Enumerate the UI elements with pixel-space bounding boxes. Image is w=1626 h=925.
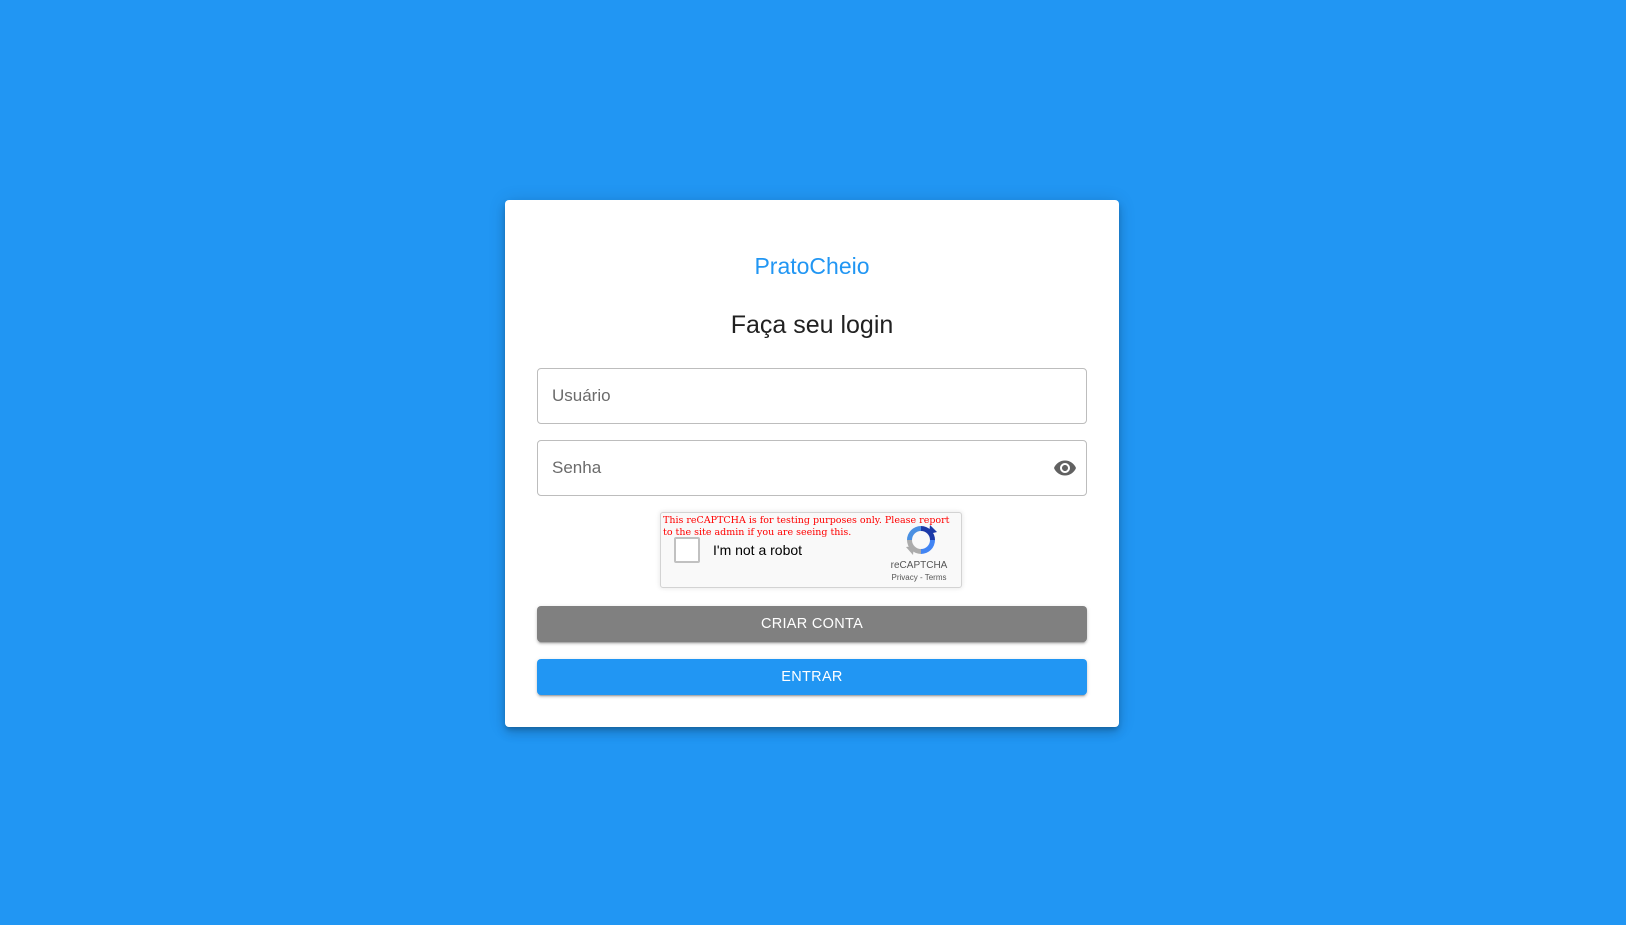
recaptcha-label: I'm not a robot — [713, 542, 803, 558]
page-title: Faça seu login — [730, 311, 894, 339]
login-card: PratoCheio Faça seu login This reCAPTCHA… — [505, 200, 1119, 727]
recaptcha-links: Privacy - Terms — [879, 573, 959, 582]
brand-title: PratoCheio — [754, 253, 870, 279]
recaptcha-terms-link[interactable]: Terms — [925, 573, 947, 582]
recaptcha-privacy-link[interactable]: Privacy — [892, 573, 918, 582]
login-button[interactable]: ENTRAR — [537, 659, 1087, 695]
username-field[interactable] — [537, 368, 1087, 424]
username-input[interactable] — [538, 369, 1086, 423]
recaptcha-logo-icon — [906, 525, 937, 555]
recaptcha-widget: This reCAPTCHA is for testing purposes o… — [660, 512, 962, 588]
create-account-button[interactable]: CRIAR CONTA — [537, 606, 1087, 642]
recaptcha-checkbox[interactable] — [674, 537, 700, 563]
recaptcha-link-separator: - — [917, 573, 925, 582]
recaptcha-brand: reCAPTCHA — [890, 560, 948, 571]
password-input[interactable] — [538, 441, 1086, 495]
password-field[interactable] — [537, 440, 1087, 496]
eye-icon[interactable] — [1052, 455, 1078, 481]
